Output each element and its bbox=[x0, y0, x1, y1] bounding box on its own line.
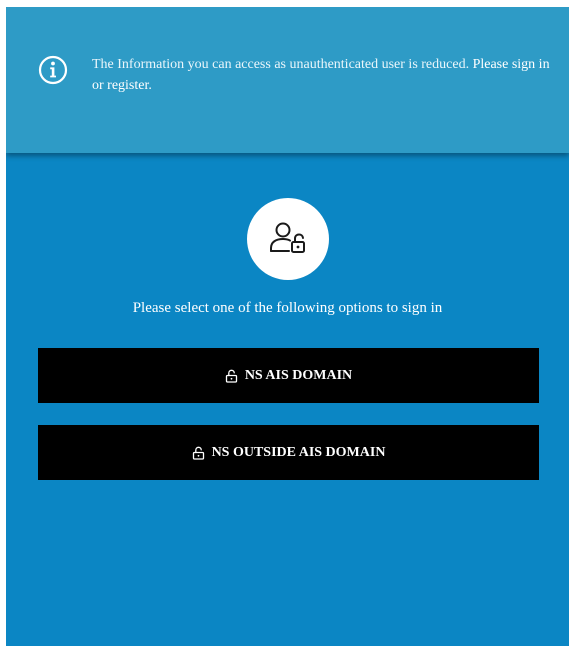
info-message-text: The Information you can access as unauth… bbox=[92, 57, 470, 72]
lock-open-icon bbox=[192, 446, 205, 460]
ns-outside-ais-domain-button[interactable]: NS OUTSIDE AIS DOMAIN bbox=[38, 425, 539, 480]
info-circle-icon bbox=[38, 55, 68, 85]
info-message: The Information you can access as unauth… bbox=[92, 54, 562, 96]
ns-outside-ais-domain-label: NS OUTSIDE AIS DOMAIN bbox=[211, 444, 386, 460]
lock-open-icon bbox=[225, 369, 238, 383]
ns-ais-domain-label: NS AIS DOMAIN bbox=[244, 367, 353, 383]
ns-ais-domain-button[interactable]: NS AIS DOMAIN bbox=[38, 348, 539, 403]
login-panel: The Information you can access as unauth… bbox=[6, 7, 569, 646]
info-banner: The Information you can access as unauth… bbox=[6, 7, 569, 153]
user-avatar bbox=[247, 198, 329, 280]
sign-in-prompt: Please select one of the following optio… bbox=[132, 300, 443, 316]
